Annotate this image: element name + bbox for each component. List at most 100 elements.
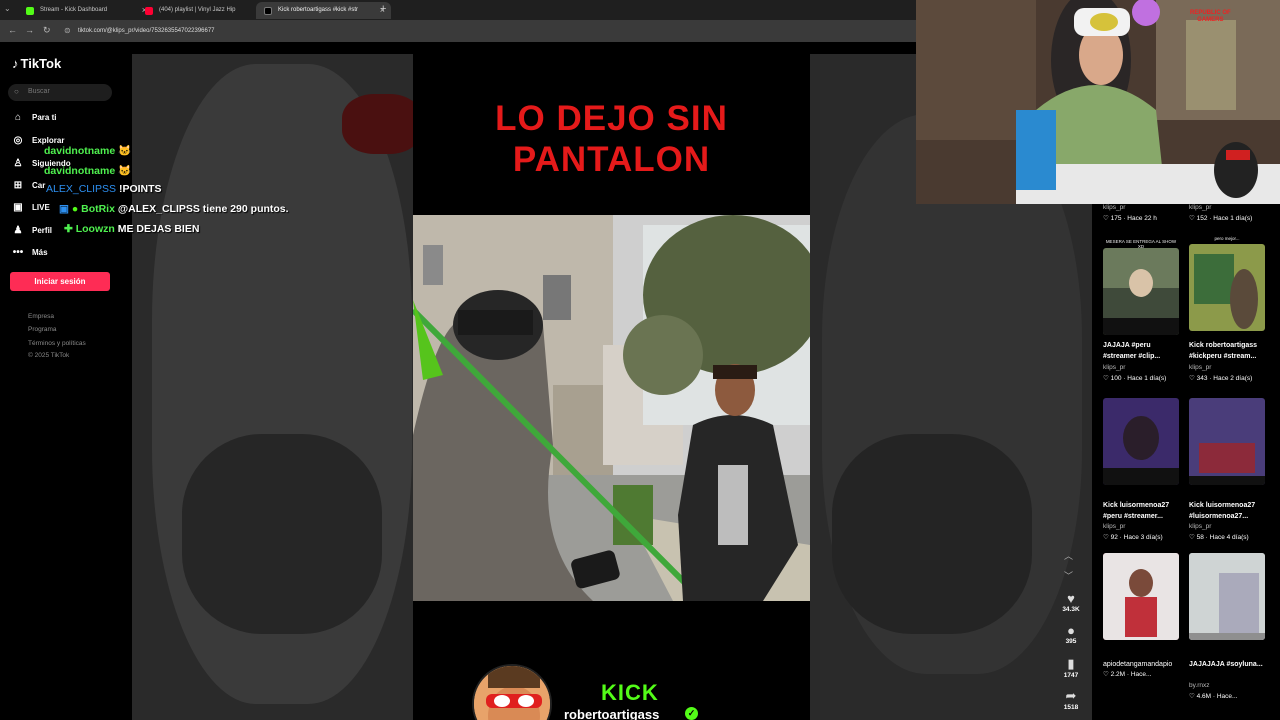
profile-icon: ♟ (13, 225, 23, 236)
site-info-icon[interactable]: ⊜ (64, 26, 71, 35)
new-tab-button[interactable]: + (380, 3, 386, 15)
nav-label: LIVE (32, 203, 50, 212)
share-count: 1518 (1063, 704, 1079, 711)
tiktok-note-icon: ♪ (12, 56, 19, 71)
url-text: tiktok.com/@klips_pr/video/7532635547022… (78, 28, 215, 34)
avatar-image (474, 666, 550, 720)
card-stats: ♡ 152 · Hace 1 día(s) (1189, 215, 1253, 222)
card-title[interactable]: Kick luisormenoa27 #peru #streamer... (1103, 500, 1183, 522)
login-label: Iniciar sesión (34, 277, 86, 286)
verified-icon: ✓ (685, 707, 698, 720)
thumbnail-image (1103, 553, 1179, 640)
nav-label: Perfil (32, 226, 53, 235)
tiktok-favicon-icon (264, 7, 272, 15)
previous-video-button[interactable]: ︿ (1064, 549, 1073, 562)
nav-live[interactable]: ▣ LIVE (12, 202, 50, 217)
card-author[interactable]: klips_pr (1103, 523, 1125, 530)
video-thumbnail[interactable] (1103, 553, 1179, 640)
stats-text: 152 · Hace 1 día(s) (1196, 215, 1253, 222)
footer-terminos[interactable]: Términos y políticas (28, 340, 86, 347)
card-author[interactable]: klips_pr (1189, 204, 1211, 211)
rog-logo: REPUBLIC OF GAMERS (1190, 10, 1231, 24)
stats-text: 175 · Hace 22 h (1110, 215, 1157, 222)
search-input[interactable]: ○ Buscar (8, 84, 112, 101)
stats-text: 58 · Hace 4 día(s) (1196, 534, 1249, 541)
chat-username: ALEX_CLIPSS (46, 183, 117, 195)
video-thumbnail[interactable] (1103, 398, 1179, 485)
card-title[interactable]: apiodetangamandapio (1103, 659, 1183, 670)
tab-tiktok-video[interactable]: Kick robertoartigass #kick #str × (256, 2, 391, 19)
next-video-button[interactable]: ﹀ (1064, 569, 1073, 582)
video-thumbnail[interactable] (1103, 248, 1179, 335)
card-author[interactable]: klips_pr (1189, 364, 1211, 371)
card-stats: ♡ 175 · Hace 22 h (1103, 215, 1157, 222)
chat-message: ALEX_CLIPSS !POINTS (46, 183, 162, 195)
share-action[interactable]: ➦ 1518 (1060, 688, 1082, 711)
chat-username: davidnotname (44, 165, 116, 177)
tab-kick-dashboard[interactable]: Stream - Kick Dashboard × (18, 2, 153, 19)
streamer-webcam (916, 0, 1280, 204)
heart-icon[interactable]: ♥ (1060, 591, 1082, 606)
nav-cargar[interactable]: ⊞ Car (12, 180, 46, 195)
chat-message: davidnotname 🐱 (44, 144, 131, 157)
back-icon[interactable]: ← (8, 25, 17, 35)
comment-icon[interactable]: ● (1060, 623, 1082, 638)
more-icon: ••• (12, 247, 24, 258)
channel-avatar[interactable] (472, 664, 552, 720)
chat-text: ME DEJAS BIEN (117, 223, 200, 235)
card-stats: ♡ 100 · Hace 1 día(s) (1103, 375, 1167, 382)
screen: ⌄ Stream - Kick Dashboard × (404) playli… (0, 0, 1280, 720)
card-stats: ♡ 4.6M · Hace... (1189, 693, 1238, 700)
card-title[interactable]: Kick robertoartigass #kickperu #stream..… (1189, 340, 1269, 362)
stats-text: 4.6M · Hace... (1196, 693, 1238, 700)
video-thumbnail[interactable] (1189, 244, 1265, 331)
card-title[interactable]: Kick luisormenoa27 #luisormenoa27... (1189, 500, 1269, 522)
video-thumbnail[interactable] (1189, 398, 1265, 485)
card-stats: ♡ 343 · Hace 2 día(s) (1189, 375, 1253, 382)
footer-programa[interactable]: Programa (28, 326, 57, 333)
tab-search-icon[interactable]: ⌄ (4, 4, 11, 13)
street-scene-image (413, 215, 810, 601)
card-title[interactable]: JAJAJA #peru #streamer #clip... (1103, 340, 1183, 362)
card-title[interactable]: JAJAJAJA #soyluna... (1189, 659, 1269, 670)
video-thumbnail[interactable] (1189, 553, 1265, 640)
chat-username: BotRix (81, 203, 115, 215)
card-author[interactable]: klips_pr (1103, 204, 1125, 211)
address-bar: ← → ↻ ⊜ tiktok.com/@klips_pr/video/75326… (0, 20, 920, 42)
chat-text: !POINTS (118, 183, 162, 195)
save-action[interactable]: ▮ 1747 (1060, 656, 1082, 679)
url-field[interactable]: ⊜ tiktok.com/@klips_pr/video/75326355470… (60, 23, 910, 39)
card-author[interactable]: by.rnxz (1189, 682, 1209, 689)
thumbnail-image (1103, 416, 1179, 485)
video-frame (413, 215, 810, 601)
nav-para-ti[interactable]: ⌂ Para ti (12, 112, 57, 127)
card-stats: ♡ 2.2M · Hace... (1103, 671, 1152, 678)
card-stats: ♡ 58 · Hace 4 día(s) (1189, 534, 1249, 541)
bg-shape (832, 434, 1032, 634)
video-player[interactable]: LO DEJO SIN PANTALON KICK robertoartigas… (413, 54, 810, 720)
kick-favicon-icon (26, 7, 34, 15)
card-author[interactable]: klips_pr (1189, 523, 1211, 530)
person-icon: ♙ (13, 158, 23, 169)
card-author[interactable]: klips_pr (1103, 364, 1125, 371)
stats-text: 100 · Hace 1 día(s) (1110, 375, 1167, 382)
footer-empresa[interactable]: Empresa (28, 313, 54, 320)
stats-text: 343 · Hace 2 día(s) (1196, 375, 1253, 382)
tab-youtube-playlist[interactable]: (404) playlist | Vinyl Jazz Hip × (137, 2, 272, 19)
search-icon: ○ (14, 87, 19, 96)
share-icon[interactable]: ➦ (1060, 688, 1082, 704)
tiktok-logo[interactable]: ♪ TikTok (12, 56, 61, 71)
login-button[interactable]: Iniciar sesión (10, 272, 110, 291)
nav-mas[interactable]: ••• Más (12, 247, 48, 262)
nav-perfil[interactable]: ♟ Perfil (12, 225, 53, 240)
nav-label: Más (32, 248, 48, 257)
tab-title: (404) playlist | Vinyl Jazz Hip (159, 7, 236, 13)
comment-action[interactable]: ● 395 (1060, 623, 1082, 645)
forward-icon[interactable]: → (25, 25, 34, 35)
card-stats: ♡ 92 · Hace 3 día(s) (1103, 534, 1163, 541)
like-count: 34.3K (1062, 606, 1080, 613)
channel-name: robertoartigass (564, 707, 660, 720)
reload-icon[interactable]: ↻ (43, 25, 51, 36)
bookmark-icon[interactable]: ▮ (1060, 656, 1082, 672)
like-action[interactable]: ♥ 34.3K (1060, 591, 1082, 613)
